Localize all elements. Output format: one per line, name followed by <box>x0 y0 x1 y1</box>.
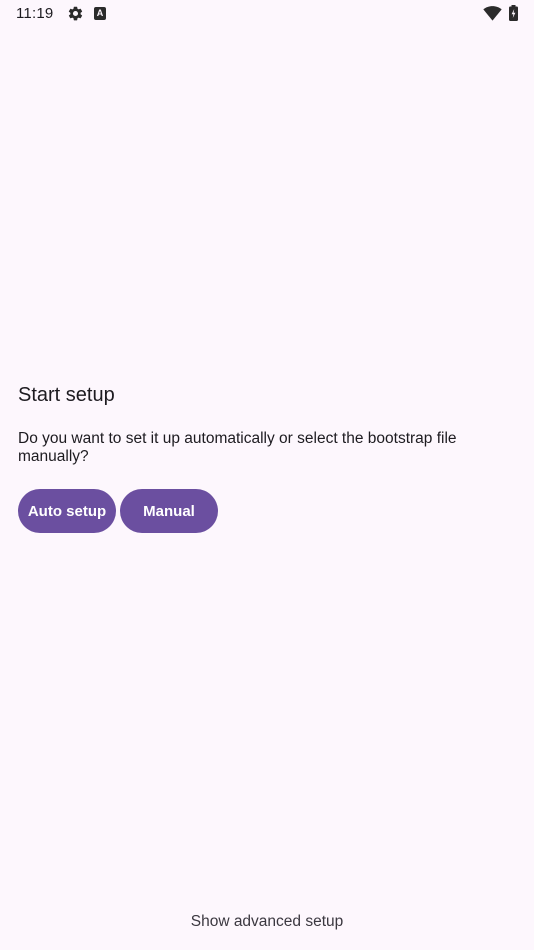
show-advanced-setup-link[interactable]: Show advanced setup <box>0 913 534 931</box>
gear-icon <box>68 6 83 21</box>
auto-setup-button[interactable]: Auto setup <box>18 489 116 533</box>
app-screen: 11:19 A Start setup Do you want to set i… <box>0 0 534 950</box>
status-bar: 11:19 A <box>0 0 534 28</box>
wifi-icon <box>483 6 502 21</box>
a-badge-icon: A <box>94 7 106 20</box>
battery-icon <box>509 5 518 21</box>
setup-description: Do you want to set it up automatically o… <box>18 430 457 465</box>
status-time: 11:19 <box>16 5 54 22</box>
manual-button[interactable]: Manual <box>120 489 218 533</box>
page-title: Start setup <box>18 384 115 406</box>
